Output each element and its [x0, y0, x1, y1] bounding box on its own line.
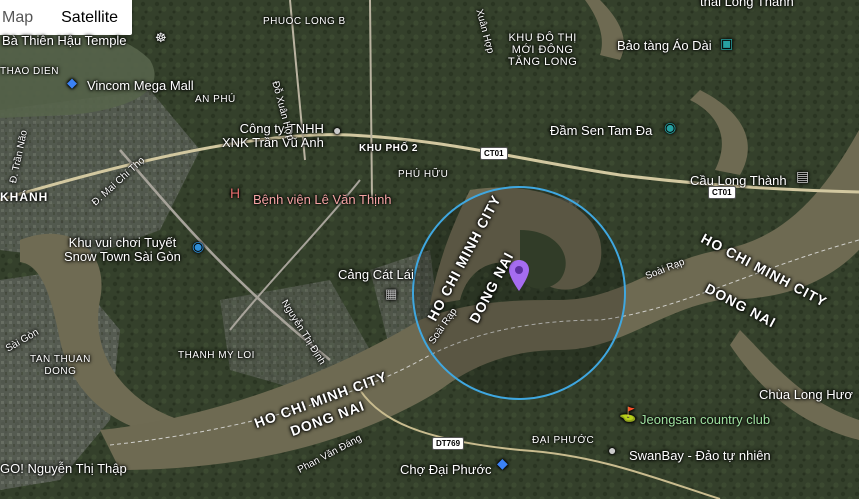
temple-icon[interactable]: ☸	[155, 30, 167, 46]
museum-icon[interactable]: ▣	[720, 35, 733, 52]
place-marker-icon[interactable]: ●	[608, 442, 616, 458]
area-label: THANH MY LOI	[178, 350, 255, 361]
poi-label-cang-cat-lai[interactable]: Cảng Cát Lái	[338, 267, 414, 282]
area-label: KHU ĐÔ THỊ MỚI ĐÔNG TĂNG LONG	[508, 32, 578, 68]
area-label: PHÚ HỮU	[398, 169, 449, 180]
map-type-satellite-button[interactable]: Satellite	[47, 0, 132, 35]
road-shield: DT769	[432, 437, 465, 450]
road-shield: CT01	[480, 147, 508, 160]
poi-label-snow-town[interactable]: Khu vui chơi Tuyết Snow Town Sài Gòn	[64, 236, 181, 264]
area-label: AN PHÚ	[195, 94, 236, 105]
poi-label-vincom[interactable]: Vincom Mega Mall	[87, 78, 194, 93]
area-label: ĐẠI PHƯỚC	[532, 435, 595, 446]
area-label: TAN THUAN DONG	[30, 354, 91, 377]
map-type-control: Map Satellite	[0, 0, 133, 35]
map-type-map-button[interactable]: Map	[0, 0, 47, 35]
area-label: PHUOC LONG B	[263, 16, 346, 27]
hospital-icon[interactable]: H	[230, 185, 240, 201]
area-label: THAO DIEN	[0, 66, 59, 77]
road-shield: CT01	[708, 186, 736, 199]
poi-label-bao-tang[interactable]: Bảo tàng Áo Dài	[617, 38, 712, 53]
poi-label-dam-sen[interactable]: Đầm Sen Tam Đa	[550, 123, 652, 138]
poi-label-jeongsan[interactable]: Jeongsan country club	[640, 412, 770, 427]
golf-icon[interactable]: ⛳	[619, 406, 636, 423]
area-label: KHU PHỐ 2	[359, 143, 418, 154]
camera-icon[interactable]: ◉	[664, 119, 676, 136]
shopping-cart-icon[interactable]: ◆	[497, 455, 508, 472]
area-label: KHÁNH	[0, 190, 49, 204]
landmark-icon[interactable]: ▦	[385, 286, 397, 302]
poi-label-cho-dai-phuoc[interactable]: Chợ Đại Phước	[400, 462, 492, 477]
bus-icon[interactable]: ▤	[796, 168, 809, 185]
poi-label-cau-long-thanh[interactable]: Cầu Long Thành	[690, 173, 787, 188]
camera-icon[interactable]: ◉	[192, 238, 204, 255]
shopping-bag-icon[interactable]: ◆	[67, 75, 77, 91]
poi-label-ba-thien-hau[interactable]: Bà Thiên Hậu Temple	[2, 33, 127, 48]
poi-label-swanbay[interactable]: SwanBay - Đảo tự nhiên	[629, 448, 771, 463]
poi-label-chua-long-huong[interactable]: Chùa Long Hươ	[759, 387, 853, 402]
poi-label-cong-ty[interactable]: Công ty TNHH XNK Trần Vũ Anh	[222, 122, 324, 150]
place-marker-icon[interactable]: ●	[333, 122, 341, 138]
poi-label-go-nguyen[interactable]: GO! Nguyễn Thị Thập	[0, 461, 127, 476]
poi-label-thai-long-thanh[interactable]: thái Long Thành	[700, 0, 794, 9]
poi-label-benh-vien[interactable]: Bệnh viện Lê Văn Thịnh	[253, 192, 392, 207]
